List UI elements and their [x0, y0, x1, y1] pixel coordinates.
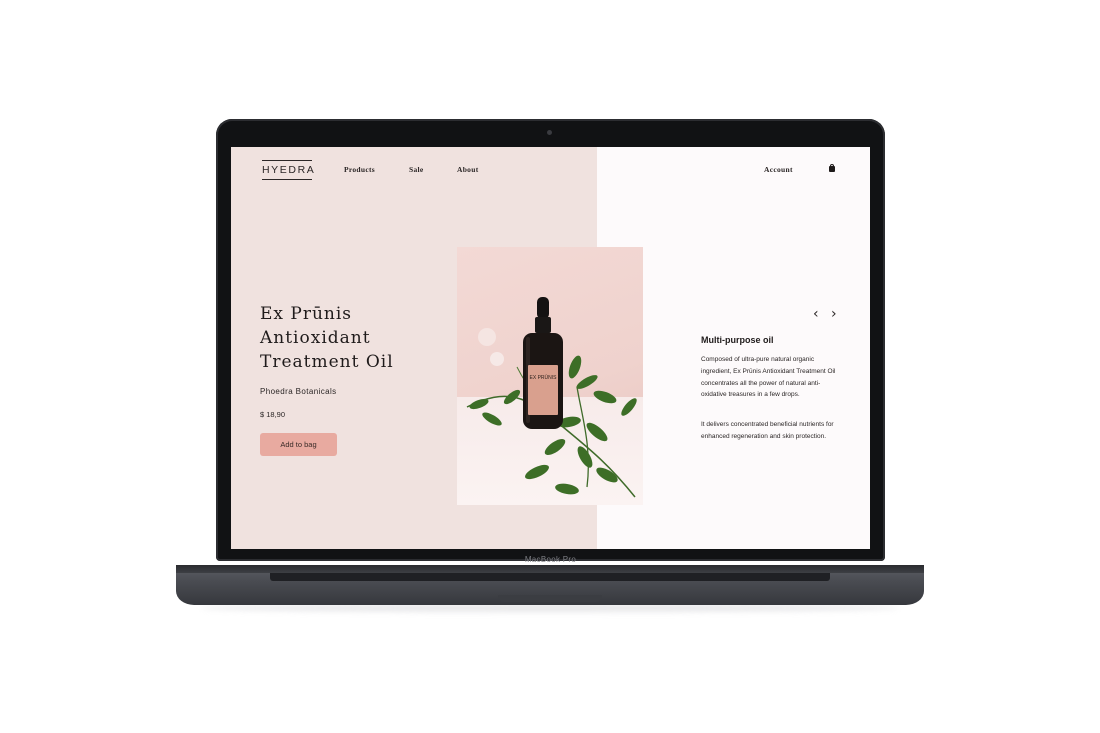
- lid-opening-notch: [498, 595, 602, 602]
- add-to-bag-button[interactable]: Add to bag: [260, 433, 337, 456]
- laptop-model-label: MacBook Pro: [524, 555, 577, 564]
- nav-account[interactable]: Account: [764, 165, 793, 174]
- shopping-bag-icon[interactable]: [829, 164, 835, 172]
- laptop-shadow: [200, 604, 900, 612]
- bottle-label-text: EX PRŪNIS: [529, 375, 557, 381]
- camera-icon: [547, 130, 552, 135]
- chevron-left-icon[interactable]: ‹: [813, 307, 819, 321]
- product-title-line-1: Ex Prūnis: [260, 304, 353, 324]
- product-photo: EX PRŪNIS: [457, 247, 643, 505]
- description-heading: Multi-purpose oil: [701, 335, 774, 345]
- keyboard-edge: [270, 573, 830, 581]
- nav-about[interactable]: About: [457, 165, 479, 174]
- description-paragraph-2: It delivers concentrated beneficial nutr…: [701, 421, 834, 440]
- product-price: $ 18,90: [260, 410, 286, 419]
- laptop-screen: HYEDRA Products Sale About Account Ex Pr…: [231, 147, 870, 549]
- product-brand: Phoedra Botanicals: [260, 387, 337, 396]
- product-title: Ex Prūnis Antioxidant Treatment Oil: [260, 302, 430, 374]
- chevron-right-icon[interactable]: ›: [831, 307, 837, 321]
- nav-sale[interactable]: Sale: [409, 165, 424, 174]
- brand-logo[interactable]: HYEDRA: [262, 160, 314, 180]
- product-title-line-2: Antioxidant: [260, 328, 371, 348]
- product-title-line-3: Treatment Oil: [260, 352, 394, 372]
- description-paragraph-1: Composed of ultra-pure natural organic i…: [701, 356, 836, 399]
- laptop-hinge: [176, 565, 924, 573]
- nav-products[interactable]: Products: [344, 165, 375, 174]
